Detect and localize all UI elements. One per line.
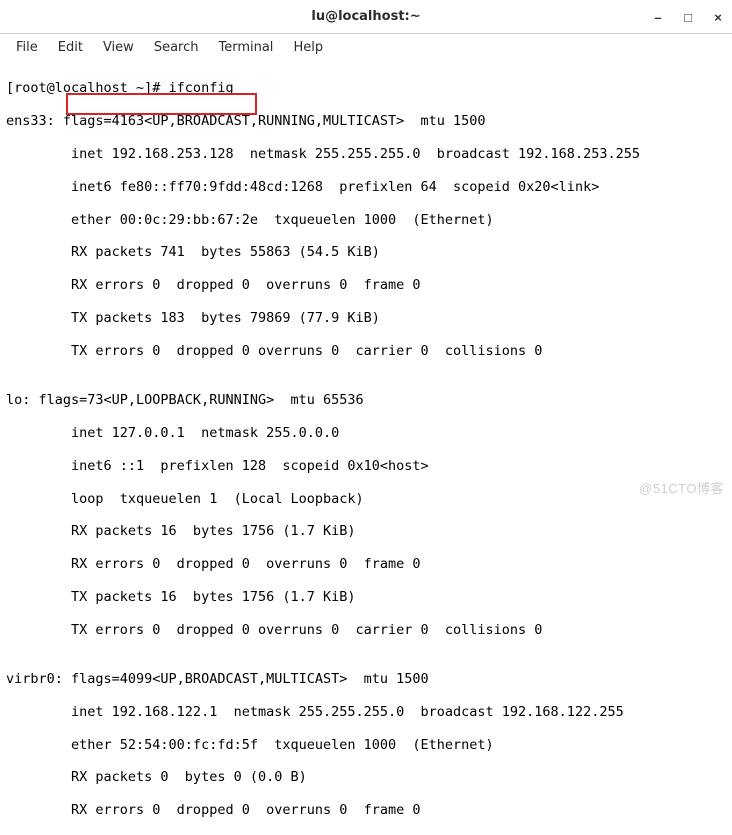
window-controls: – □ ×	[650, 0, 726, 34]
menu-bar: File Edit View Search Terminal Help	[0, 34, 732, 60]
menu-terminal[interactable]: Terminal	[208, 37, 283, 58]
terminal-line: inet6 fe80::ff70:9fdd:48cd:1268 prefixle…	[6, 179, 726, 195]
menu-view[interactable]: View	[93, 37, 144, 58]
terminal-line: TX errors 0 dropped 0 overruns 0 carrier…	[6, 343, 726, 359]
close-button[interactable]: ×	[710, 9, 726, 25]
terminal-line: inet 192.168.253.128 netmask 255.255.255…	[6, 146, 726, 162]
terminal-line: ether 00:0c:29:bb:67:2e txqueuelen 1000 …	[6, 212, 726, 228]
terminal-line: RX errors 0 dropped 0 overruns 0 frame 0	[6, 277, 726, 293]
watermark-text: @51CTO博客	[639, 478, 724, 497]
terminal-line: TX errors 0 dropped 0 overruns 0 carrier…	[6, 622, 726, 638]
terminal-line: virbr0: flags=4099<UP,BROADCAST,MULTICAS…	[6, 671, 726, 687]
terminal-output[interactable]: [root@localhost ~]# ifconfig ens33: flag…	[0, 60, 732, 835]
terminal-line: TX packets 183 bytes 79869 (77.9 KiB)	[6, 310, 726, 326]
terminal-line: lo: flags=73<UP,LOOPBACK,RUNNING> mtu 65…	[6, 392, 726, 408]
menu-help[interactable]: Help	[283, 37, 333, 58]
minimize-button[interactable]: –	[650, 9, 666, 25]
terminal-line: inet 192.168.122.1 netmask 255.255.255.0…	[6, 704, 726, 720]
terminal-line: ens33: flags=4163<UP,BROADCAST,RUNNING,M…	[6, 113, 726, 129]
terminal-line: [root@localhost ~]# ifconfig	[6, 80, 726, 96]
menu-edit[interactable]: Edit	[48, 37, 93, 58]
menu-search[interactable]: Search	[144, 37, 209, 58]
maximize-button[interactable]: □	[680, 9, 696, 25]
terminal-line: inet6 ::1 prefixlen 128 scopeid 0x10<hos…	[6, 458, 726, 474]
terminal-line: RX packets 741 bytes 55863 (54.5 KiB)	[6, 244, 726, 260]
window-titlebar: lu@localhost:~ – □ ×	[0, 0, 732, 34]
terminal-line: inet 127.0.0.1 netmask 255.0.0.0	[6, 425, 726, 441]
terminal-line: RX packets 16 bytes 1756 (1.7 KiB)	[6, 523, 726, 539]
window-title: lu@localhost:~	[311, 9, 420, 24]
menu-file[interactable]: File	[6, 37, 48, 58]
terminal-line: TX packets 16 bytes 1756 (1.7 KiB)	[6, 589, 726, 605]
terminal-line: loop txqueuelen 1 (Local Loopback)	[6, 491, 726, 507]
terminal-line: RX errors 0 dropped 0 overruns 0 frame 0	[6, 556, 726, 572]
terminal-line: RX errors 0 dropped 0 overruns 0 frame 0	[6, 802, 726, 818]
terminal-line: ether 52:54:00:fc:fd:5f txqueuelen 1000 …	[6, 737, 726, 753]
terminal-line: RX packets 0 bytes 0 (0.0 B)	[6, 769, 726, 785]
